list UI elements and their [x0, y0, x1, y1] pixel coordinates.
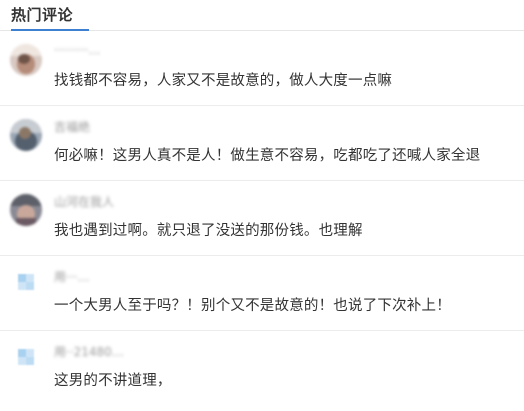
section-title: 热门评论 — [11, 6, 74, 24]
section-header: 热门评论 — [0, 0, 524, 31]
comment-text: 找钱都不容易，人家又不是故意的，做人大度一点嘛 — [54, 73, 393, 89]
comment-item: 吉福绝 何必嘛！这男人真不是人！做生意不容易，吃都吃了还喊人家全退 — [0, 106, 524, 181]
user-avatar[interactable] — [18, 274, 34, 290]
comment-username[interactable]: 山河在我人 — [54, 193, 114, 210]
avatar-photo-icon — [10, 44, 42, 76]
user-avatar[interactable] — [10, 194, 42, 226]
comment-username[interactable]: 用···… — [54, 268, 89, 285]
hot-comments-panel: 热门评论 ·········… 找钱都不容易，人家又不是故意的，做人大度一点嘛 — [0, 0, 524, 411]
comment-text: 一个大男人至于吗？！别个又不是故意的！也说了下次补上！ — [54, 298, 451, 314]
comment-username[interactable]: ·········… — [54, 43, 100, 57]
comment-item: 用···… 一个大男人至于吗？！别个又不是故意的！也说了下次补上！ — [0, 256, 524, 331]
default-avatar-icon — [18, 274, 34, 290]
user-avatar[interactable] — [18, 349, 34, 365]
comment-text: 这男的不讲道理， — [54, 373, 172, 389]
comment-list: ·········… 找钱都不容易，人家又不是故意的，做人大度一点嘛 吉福绝 何… — [0, 31, 524, 406]
avatar-photo-icon — [10, 194, 42, 226]
user-avatar[interactable] — [10, 44, 42, 76]
comment-item: ·········… 找钱都不容易，人家又不是故意的，做人大度一点嘛 — [0, 31, 524, 106]
comment-text: 我也遇到过啊。就只退了没送的那份钱。也理解 — [54, 223, 363, 239]
default-avatar-icon — [18, 349, 34, 365]
comment-item: 山河在我人 我也遇到过啊。就只退了没送的那份钱。也理解 — [0, 181, 524, 256]
avatar-photo-icon — [10, 119, 42, 151]
comment-username[interactable]: 吉福绝 — [54, 118, 90, 135]
comment-username[interactable]: 用··21480… — [54, 343, 124, 360]
comment-text: 何必嘛！这男人真不是人！做生意不容易，吃都吃了还喊人家全退 — [54, 148, 481, 164]
comment-item: 用··21480… 这男的不讲道理， — [0, 331, 524, 406]
user-avatar[interactable] — [10, 119, 42, 151]
